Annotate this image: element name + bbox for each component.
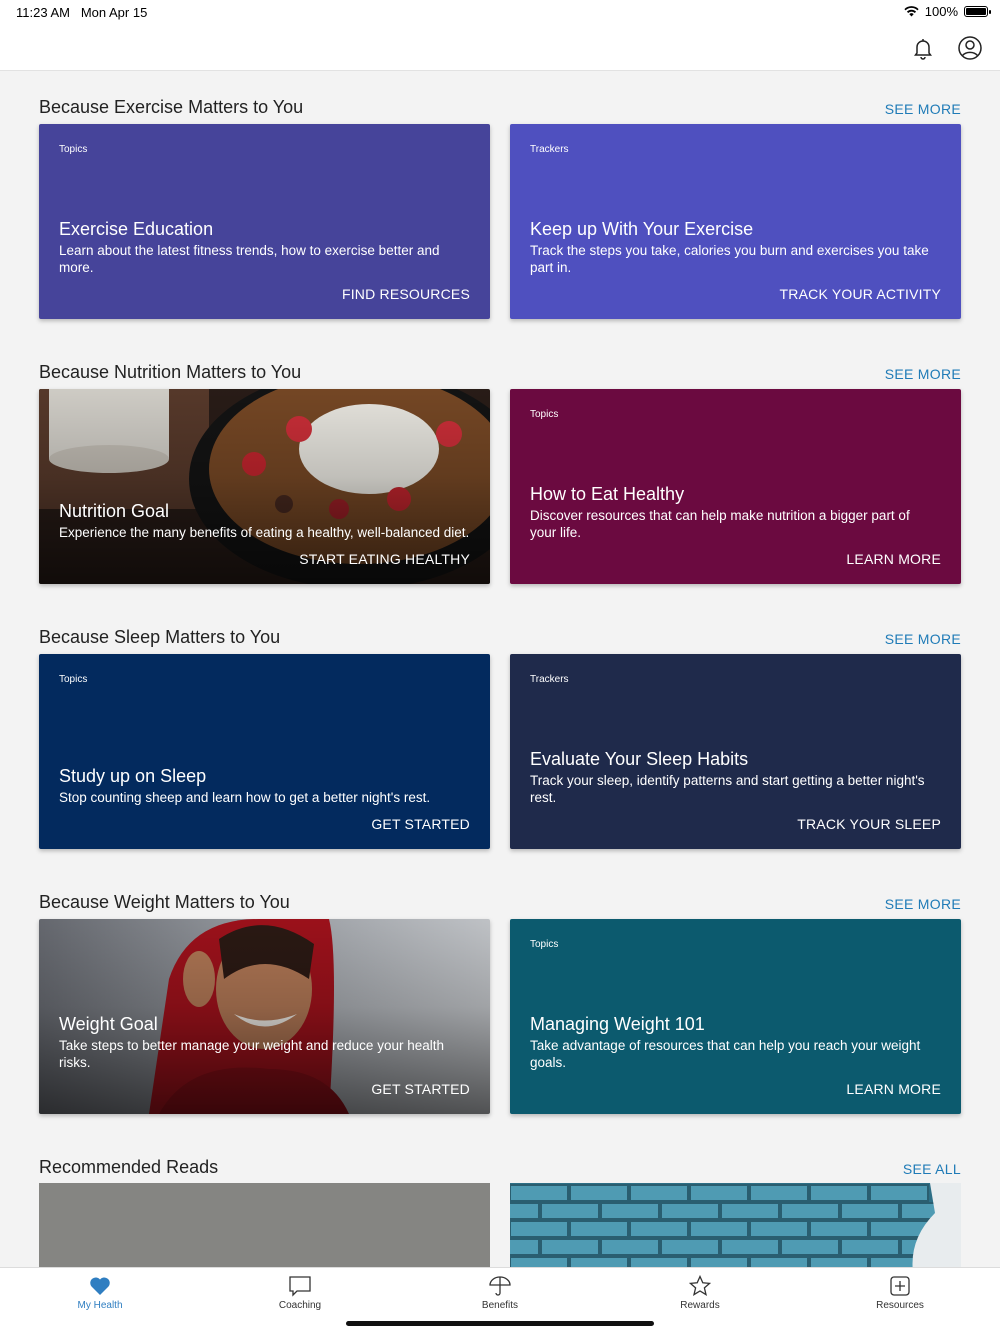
see-all-link[interactable]: SEE ALL (903, 1161, 961, 1177)
section-weight: Because Weight Matters to You SEE MORE W… (39, 892, 961, 1132)
card-title: Evaluate Your Sleep Habits (530, 749, 749, 769)
tab-label: Rewards (680, 1300, 720, 1311)
see-more-link[interactable]: SEE MORE (885, 631, 961, 647)
brick-wall-image (510, 1183, 961, 1267)
tab-resources[interactable]: Resources (840, 1274, 960, 1311)
tab-label: Coaching (278, 1300, 322, 1311)
section-exercise: Because Exercise Matters to You SEE MORE… (39, 97, 961, 337)
section-title: Because Exercise Matters to You (39, 97, 304, 117)
home-indicator (346, 1321, 654, 1326)
card-kind: Trackers (530, 144, 569, 155)
battery-icon (964, 6, 991, 17)
card-cta-button[interactable]: START EATING HEALTHY (299, 551, 470, 567)
star-icon (689, 1275, 711, 1296)
concrete-texture-image (39, 1183, 490, 1267)
card-weight-goal[interactable]: Weight Goal Take steps to better manage … (39, 919, 490, 1114)
card-cta-button[interactable]: TRACK YOUR SLEEP (797, 816, 941, 832)
status-right: 100% (904, 4, 991, 19)
card-cta-button[interactable]: LEARN MORE (846, 1081, 941, 1097)
card-kind: Topics (530, 409, 559, 420)
bottom-tab-bar: My Health Coaching Benefits Rewards Reso… (0, 1267, 1000, 1334)
card-nutrition-goal[interactable]: Nutrition Goal Experience the many benef… (39, 389, 490, 584)
card-managing-weight-101[interactable]: Topics Managing Weight 101 Take advantag… (510, 919, 961, 1114)
card-description: Stop counting sheep and learn how to get… (59, 790, 431, 805)
card-cta-button[interactable]: GET STARTED (371, 816, 470, 832)
see-more-link[interactable]: SEE MORE (885, 101, 961, 117)
heart-icon (90, 1277, 110, 1295)
tab-benefits[interactable]: Benefits (440, 1274, 560, 1311)
card-title: Managing Weight 101 (530, 1014, 705, 1034)
card-kind: Trackers (530, 674, 569, 685)
umbrella-icon (489, 1276, 511, 1296)
bell-icon[interactable] (909, 34, 937, 62)
card-title: Weight Goal (59, 1014, 158, 1034)
date-text: Mon Apr 15 (80, 5, 148, 20)
card-title: How to Eat Healthy (530, 484, 685, 504)
card-description: Track the steps you take, calories you b… (530, 243, 929, 275)
section-nutrition: Because Nutrition Matters to You SEE MOR… (39, 362, 961, 602)
time-text: 11:23 AM (16, 5, 70, 20)
card-cta-button[interactable]: FIND RESOURCES (342, 286, 470, 302)
status-time: 11:23 AM Mon Apr 15 (16, 5, 147, 20)
card-kind: Topics (59, 144, 88, 155)
read-card-brick-wall[interactable] (510, 1183, 961, 1267)
card-description: Experience the many benefits of eating a… (59, 525, 470, 540)
section-recommended-reads: Recommended Reads SEE ALL (39, 1157, 961, 1267)
section-sleep: Because Sleep Matters to You SEE MORE To… (39, 627, 961, 867)
card-title: Nutrition Goal (59, 501, 170, 521)
card-keep-up-exercise[interactable]: Trackers Keep up With Your Exercise Trac… (510, 124, 961, 319)
card-description: Discover resources that can help make nu… (530, 508, 910, 540)
card-title: Study up on Sleep (59, 766, 207, 786)
card-cta-button[interactable]: LEARN MORE (846, 551, 941, 567)
section-title: Because Nutrition Matters to You (39, 362, 302, 382)
card-cta-button[interactable]: GET STARTED (371, 1081, 470, 1097)
read-card-concrete[interactable] (39, 1183, 490, 1267)
card-study-up-on-sleep[interactable]: Topics Study up on Sleep Stop counting s… (39, 654, 490, 849)
card-how-to-eat-healthy[interactable]: Topics How to Eat Healthy Discover resou… (510, 389, 961, 584)
see-more-link[interactable]: SEE MORE (885, 896, 961, 912)
tab-rewards[interactable]: Rewards (640, 1274, 760, 1311)
card-evaluate-sleep-habits[interactable]: Trackers Evaluate Your Sleep Habits Trac… (510, 654, 961, 849)
main-content: Because Exercise Matters to You SEE MORE… (0, 71, 1000, 1267)
card-cta-button[interactable]: TRACK YOUR ACTIVITY (780, 286, 941, 302)
card-description: Track your sleep, identify patterns and … (530, 773, 925, 805)
battery-percent: 100% (924, 4, 958, 19)
user-circle-icon[interactable] (956, 34, 984, 62)
see-more-link[interactable]: SEE MORE (885, 366, 961, 382)
status-bar: 11:23 AM Mon Apr 15 100% (0, 0, 1000, 24)
chat-bubble-icon (289, 1276, 311, 1297)
tab-label: Benefits (481, 1300, 519, 1311)
top-bar (0, 24, 1000, 71)
section-title: Because Sleep Matters to You (39, 627, 281, 647)
tab-coaching[interactable]: Coaching (240, 1274, 360, 1311)
card-exercise-education[interactable]: Topics Exercise Education Learn about th… (39, 124, 490, 319)
card-description: Learn about the latest fitness trends, h… (59, 243, 440, 275)
tab-label: My Health (77, 1300, 123, 1311)
tab-label: Resources (876, 1300, 924, 1311)
section-title: Recommended Reads (39, 1157, 219, 1177)
card-kind: Topics (530, 939, 559, 950)
card-description: Take steps to better manage your weight … (59, 1038, 444, 1070)
plus-box-icon (890, 1276, 910, 1296)
tab-my-health[interactable]: My Health (40, 1274, 160, 1311)
card-title: Exercise Education (59, 219, 214, 239)
card-title: Keep up With Your Exercise (530, 219, 754, 239)
section-title: Because Weight Matters to You (39, 892, 290, 912)
card-description: Take advantage of resources that can hel… (530, 1038, 921, 1070)
card-kind: Topics (59, 674, 88, 685)
wifi-icon (904, 6, 919, 17)
